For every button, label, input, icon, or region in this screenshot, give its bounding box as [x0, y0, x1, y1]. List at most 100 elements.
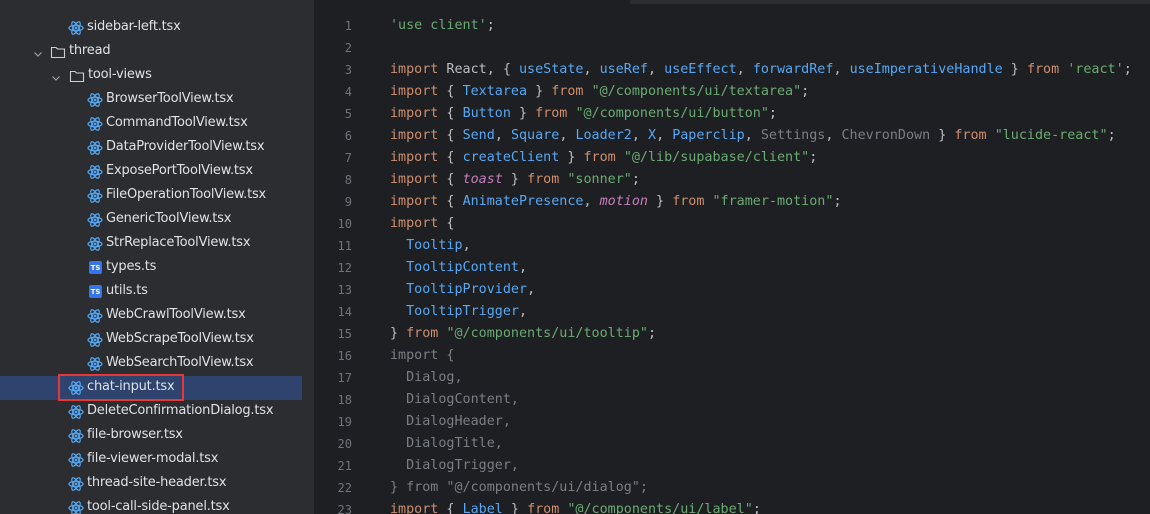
file-tree-item[interactable]: file-browser.tsx [0, 424, 302, 448]
code-text: Tooltip, [406, 238, 471, 253]
react-icon [87, 92, 103, 108]
code-line[interactable]: 11 Tooltip, [315, 236, 1150, 258]
file-tree-label: ExposePortToolView.tsx [106, 163, 253, 178]
code-line[interactable]: 13 TooltipProvider, [315, 280, 1150, 302]
line-number: 9 [344, 195, 352, 209]
tab-strip [630, 0, 1150, 4]
line-number: 18 [337, 393, 352, 407]
line-number: 17 [337, 371, 352, 385]
code-text: import { [390, 216, 455, 231]
file-tree-item[interactable]: StrReplaceToolView.tsx [0, 232, 302, 256]
react-icon [68, 500, 84, 514]
code-line[interactable]: 19 DialogHeader, [315, 412, 1150, 434]
code-line[interactable]: 10 import { [315, 214, 1150, 236]
file-tree-item[interactable]: DeleteConfirmationDialog.tsx [0, 400, 302, 424]
line-number: 11 [337, 239, 352, 253]
file-tree-label: sidebar-left.tsx [87, 19, 181, 34]
react-icon [68, 452, 84, 468]
file-tree-item[interactable]: tool-call-side-panel.tsx [0, 496, 302, 514]
file-tree-label: StrReplaceToolView.tsx [106, 235, 251, 250]
file-tree-label: types.ts [106, 259, 157, 274]
code-text: } from "@/components/ui/dialog"; [390, 480, 648, 495]
code-text: import { Send, Square, Loader2, X, Paper… [390, 128, 1116, 143]
file-tree-item[interactable]: WebSearchToolView.tsx [0, 352, 302, 376]
file-tree-label: file-viewer-modal.tsx [87, 451, 219, 466]
code-text: 'use client'; [390, 18, 495, 33]
file-tree-item[interactable]: TS utils.ts [0, 280, 302, 304]
react-icon [87, 164, 103, 180]
code-text: DialogContent, [390, 392, 519, 407]
code-line[interactable]: 3 import React, { useState, useRef, useEf… [315, 60, 1150, 82]
code-text: TooltipContent, [406, 260, 528, 275]
code-line[interactable]: 2 [315, 38, 1150, 60]
code-line[interactable]: 14 TooltipTrigger, [315, 302, 1150, 324]
code-line[interactable]: 7 import { createClient } from "@/lib/sup… [315, 148, 1150, 170]
react-icon [68, 404, 84, 420]
file-tree-item[interactable]: FileOperationToolView.tsx [0, 184, 302, 208]
code-line[interactable]: 9 import { AnimatePresence, motion } from… [315, 192, 1150, 214]
file-tree-item[interactable]: thread-site-header.tsx [0, 472, 302, 496]
code-line[interactable]: 18 DialogContent, [315, 390, 1150, 412]
react-icon [87, 116, 103, 132]
line-number: 7 [344, 151, 352, 165]
code-line[interactable]: 8 import { toast } from "sonner"; [315, 170, 1150, 192]
line-number: 5 [344, 107, 352, 121]
file-tree-item[interactable]: chat-input.tsx [0, 376, 302, 400]
file-tree-item[interactable]: WebCrawlToolView.tsx [0, 304, 302, 328]
react-icon [68, 20, 84, 36]
line-number: 1 [344, 19, 352, 33]
line-number: 13 [337, 283, 352, 297]
file-tree-item[interactable]: GenericToolView.tsx [0, 208, 302, 232]
code-line[interactable]: 5 import { Button } from "@/components/ui… [315, 104, 1150, 126]
file-tree-label: DeleteConfirmationDialog.tsx [87, 403, 274, 418]
chevron-down-icon[interactable] [50, 69, 62, 81]
code-line[interactable]: 22 } from "@/components/ui/dialog"; [315, 478, 1150, 500]
file-tree-label: WebScrapeToolView.tsx [106, 331, 254, 346]
code-line[interactable]: 1 'use client'; [315, 16, 1150, 38]
code-line[interactable]: 16 import { [315, 346, 1150, 368]
folder-icon [69, 68, 85, 84]
file-tree-item[interactable]: file-viewer-modal.tsx [0, 448, 302, 472]
code-text: Dialog, [390, 370, 463, 385]
code-line[interactable]: 20 DialogTitle, [315, 434, 1150, 456]
code-line[interactable]: 17 Dialog, [315, 368, 1150, 390]
file-tree-item[interactable]: ExposePortToolView.tsx [0, 160, 302, 184]
line-number: 10 [337, 217, 352, 231]
code-text: import { Textarea } from "@/components/u… [390, 84, 810, 99]
file-tree-label: GenericToolView.tsx [106, 211, 232, 226]
line-number: 14 [337, 305, 352, 319]
file-tree-label: CommandToolView.tsx [106, 115, 248, 130]
line-number: 20 [337, 437, 352, 451]
file-tree-item[interactable]: BrowserToolView.tsx [0, 88, 302, 112]
react-icon [87, 140, 103, 156]
code-line[interactable]: 15} from "@/components/ui/tooltip"; [315, 324, 1150, 346]
file-tree-item[interactable]: DataProviderToolView.tsx [0, 136, 302, 160]
line-number: 22 [337, 481, 352, 495]
file-tree-label: file-browser.tsx [87, 427, 183, 442]
file-tree-item[interactable]: sidebar-left.tsx [0, 16, 302, 40]
file-tree-item[interactable]: tool-views [0, 64, 302, 88]
file-tree-item[interactable]: WebScrapeToolView.tsx [0, 328, 302, 352]
file-tree-label: tool-call-side-panel.tsx [87, 499, 230, 514]
file-tree-label: tool-views [88, 67, 152, 82]
code-line[interactable]: 23 import { Label } from "@/components/ui… [315, 500, 1150, 514]
code-line[interactable]: 4 import { Textarea } from "@/components/… [315, 82, 1150, 104]
code-line[interactable]: 21 DialogTrigger, [315, 456, 1150, 478]
file-tree-item[interactable]: CommandToolView.tsx [0, 112, 302, 136]
react-icon [87, 308, 103, 324]
line-number: 8 [344, 173, 352, 187]
line-number: 3 [344, 63, 352, 77]
file-tree-item[interactable]: thread [0, 40, 302, 64]
line-number: 6 [344, 129, 352, 143]
code-line[interactable]: 12 TooltipContent, [315, 258, 1150, 280]
code-text: import { Label } from "@/components/ui/l… [390, 502, 761, 514]
code-editor[interactable]: 1 'use client'; 2 3 import React, { useState… [315, 0, 1150, 514]
line-number: 19 [337, 415, 352, 429]
code-text: DialogHeader, [390, 414, 511, 429]
typescript-icon: TS [89, 285, 102, 298]
chevron-down-icon[interactable] [32, 45, 44, 57]
react-icon [68, 476, 84, 492]
file-tree-item[interactable]: TS types.ts [0, 256, 302, 280]
file-tree-label: utils.ts [106, 283, 148, 298]
code-line[interactable]: 6 import { Send, Square, Loader2, X, Pape… [315, 126, 1150, 148]
